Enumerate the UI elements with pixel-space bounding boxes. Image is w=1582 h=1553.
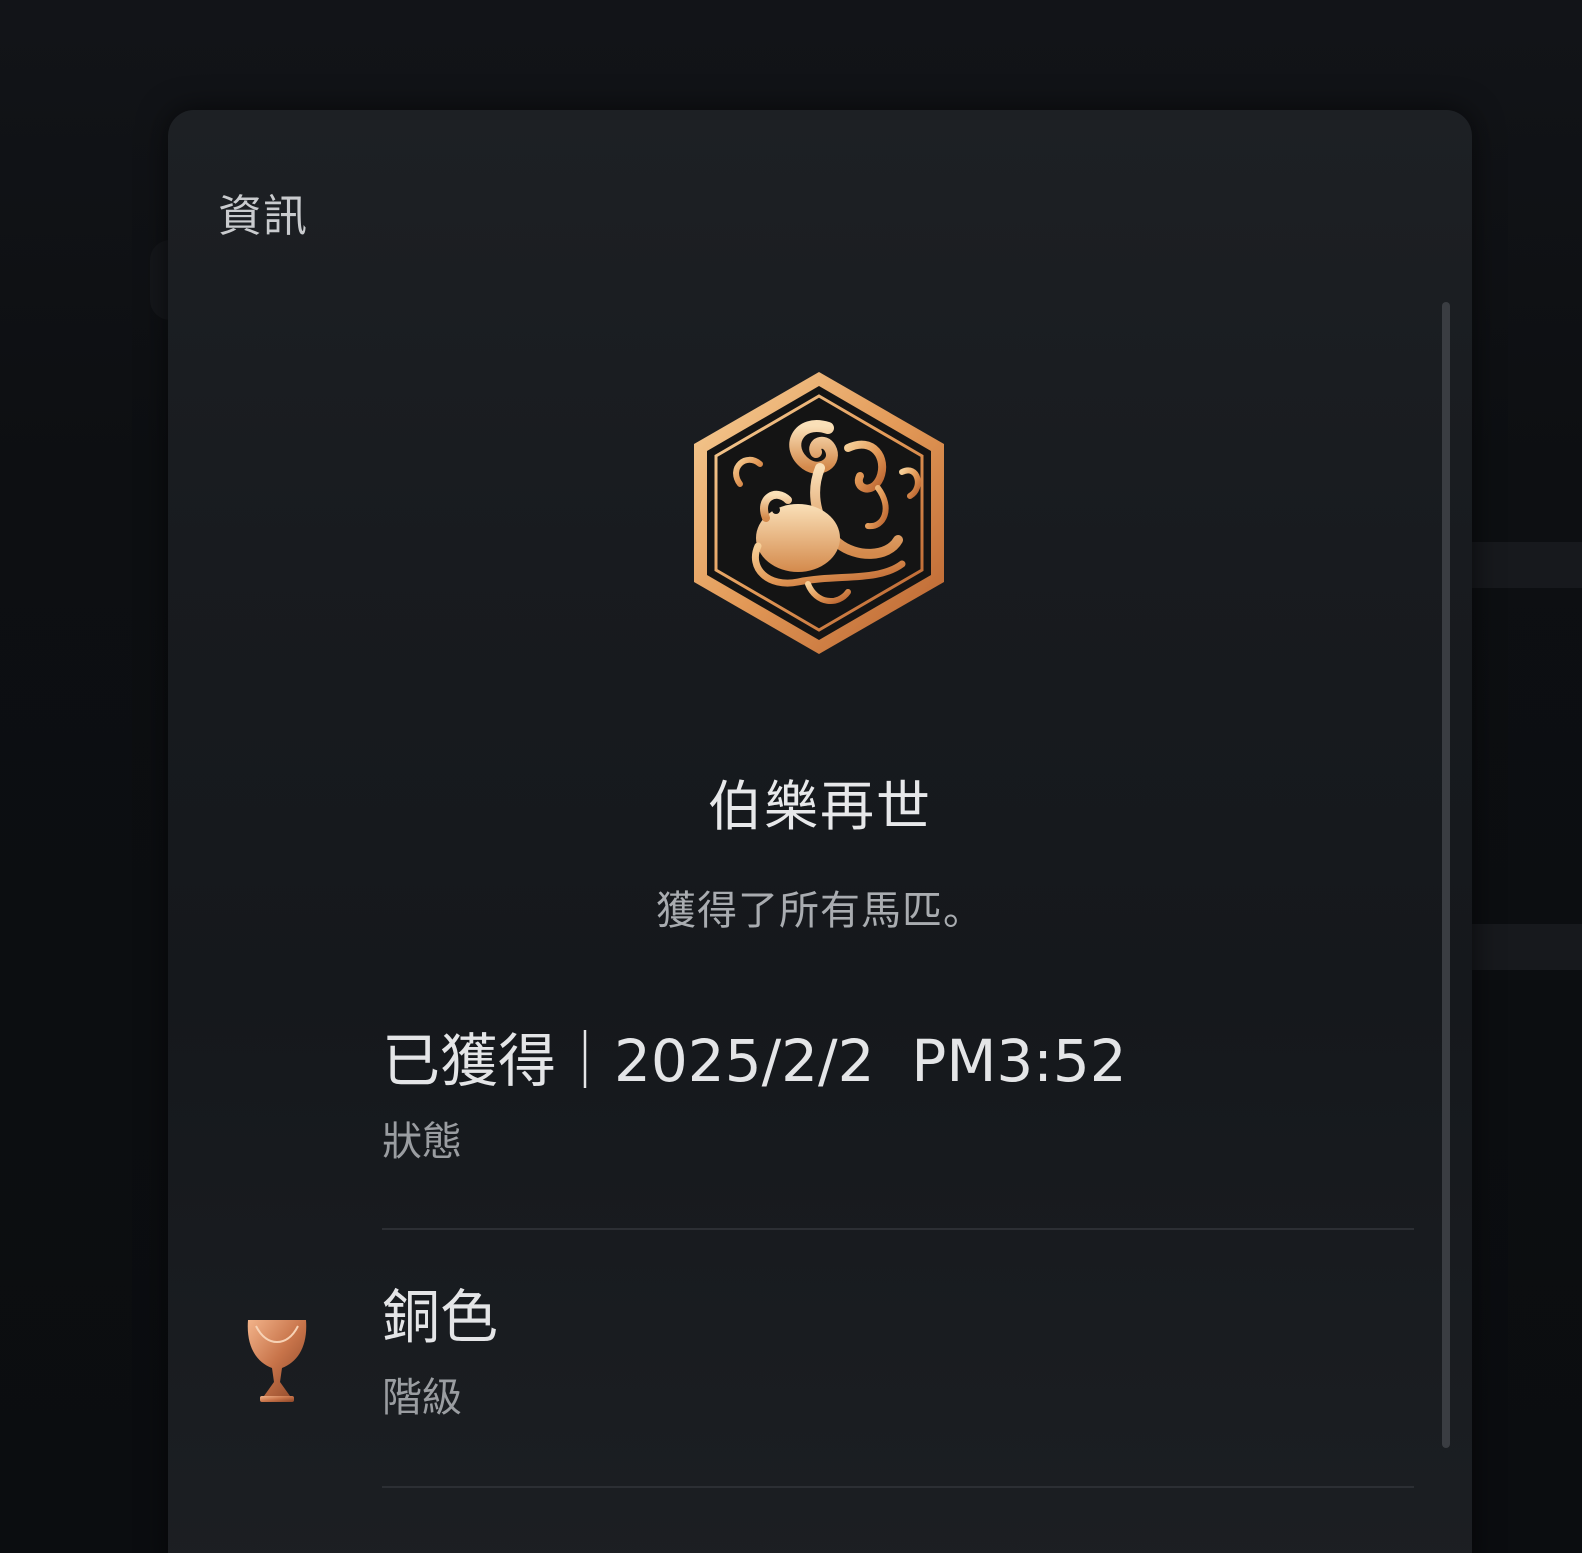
trophy-description: 獲得了所有馬匹。 bbox=[656, 888, 984, 934]
status-row: 已獲得｜2025/2/2 PM3:52 狀態 bbox=[382, 1026, 1414, 1166]
status-value: 已獲得｜2025/2/2 PM3:52 bbox=[382, 1027, 1127, 1095]
grade-row: 銅色 階級 bbox=[382, 1282, 1414, 1422]
grade-value: 銅色 bbox=[382, 1283, 499, 1351]
status-label: 狀態 bbox=[382, 1119, 462, 1165]
divider bbox=[382, 1486, 1414, 1488]
trophy-emblem-icon bbox=[694, 372, 944, 654]
trophy-name: 伯樂再世 bbox=[708, 775, 932, 838]
background-strip bbox=[1462, 542, 1582, 588]
trophy-info-panel: 資訊 伯樂再世 獲得了所有馬匹。 已獲得｜2025/2/2 PM3:52 狀態 … bbox=[168, 110, 1472, 1553]
grade-label: 階級 bbox=[382, 1375, 462, 1421]
background-strip bbox=[1462, 924, 1582, 970]
screen: 資訊 伯樂再世 獲得了所有馬匹。 已獲得｜2025/2/2 PM3:52 狀態 … bbox=[0, 0, 1582, 1553]
divider bbox=[382, 1228, 1414, 1230]
bronze-trophy-icon bbox=[247, 1320, 307, 1402]
panel-title: 資訊 bbox=[218, 191, 308, 242]
scrollbar[interactable] bbox=[1442, 302, 1450, 1448]
